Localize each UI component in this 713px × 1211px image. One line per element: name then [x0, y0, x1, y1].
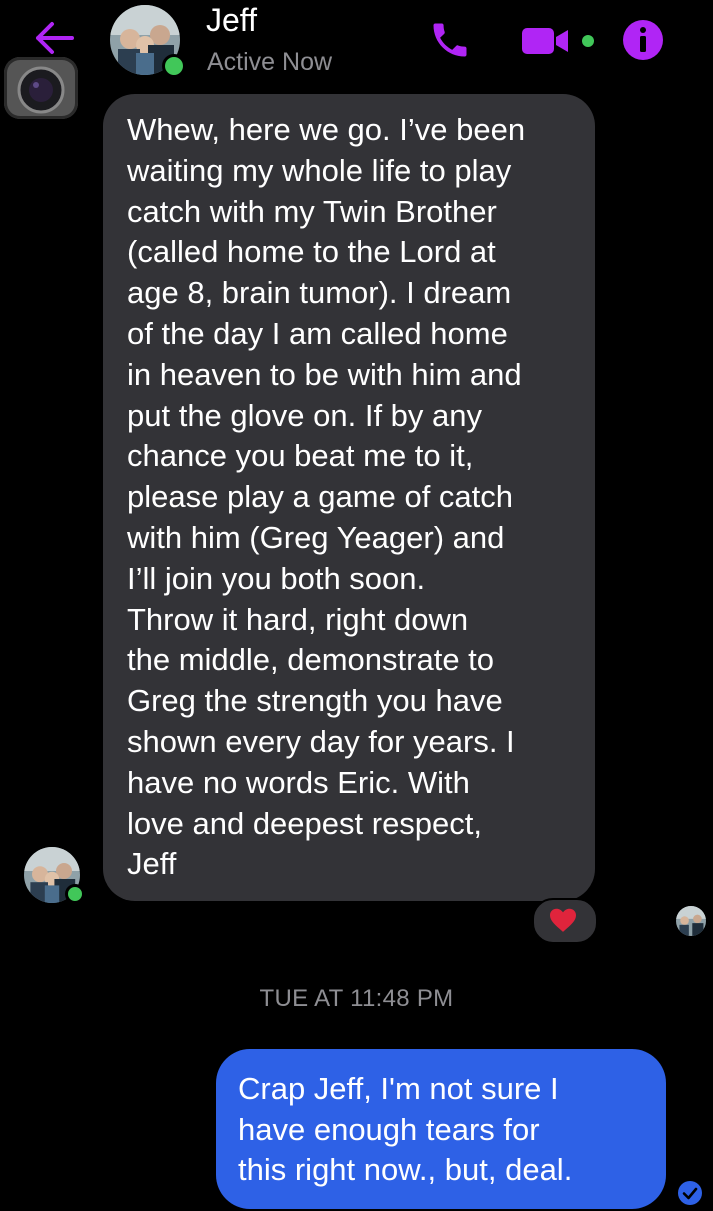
- incoming-message-bubble[interactable]: Whew, here we go. I’ve been waiting my w…: [103, 94, 595, 901]
- online-indicator: [162, 54, 186, 78]
- outgoing-message-bubble[interactable]: Crap Jeff, I'm not sure I have enough te…: [216, 1049, 666, 1209]
- read-receipt-avatar: [676, 906, 706, 936]
- active-status: Active Now: [207, 48, 333, 76]
- heart-icon: [548, 907, 578, 933]
- info-icon: [623, 20, 663, 60]
- phone-icon: [433, 23, 467, 57]
- camera-lens-icon: [17, 66, 65, 114]
- back-arrow-icon: [36, 22, 74, 54]
- voice-call-button[interactable]: [428, 18, 472, 62]
- sender-online-indicator: [65, 884, 85, 904]
- back-button[interactable]: [30, 18, 76, 58]
- sent-check-icon: [677, 1180, 703, 1206]
- incoming-message-text: Whew, here we go. I’ve been waiting my w…: [127, 112, 526, 882]
- info-button[interactable]: [621, 18, 665, 62]
- video-call-button[interactable]: [522, 24, 598, 58]
- floating-chat-head[interactable]: [4, 57, 78, 119]
- outgoing-message-text: Crap Jeff, I'm not sure I have enough te…: [238, 1071, 573, 1187]
- contact-name[interactable]: Jeff: [206, 2, 257, 39]
- message-timestamp: TUE AT 11:48 PM: [259, 985, 454, 1012]
- video-camera-icon: [522, 28, 594, 54]
